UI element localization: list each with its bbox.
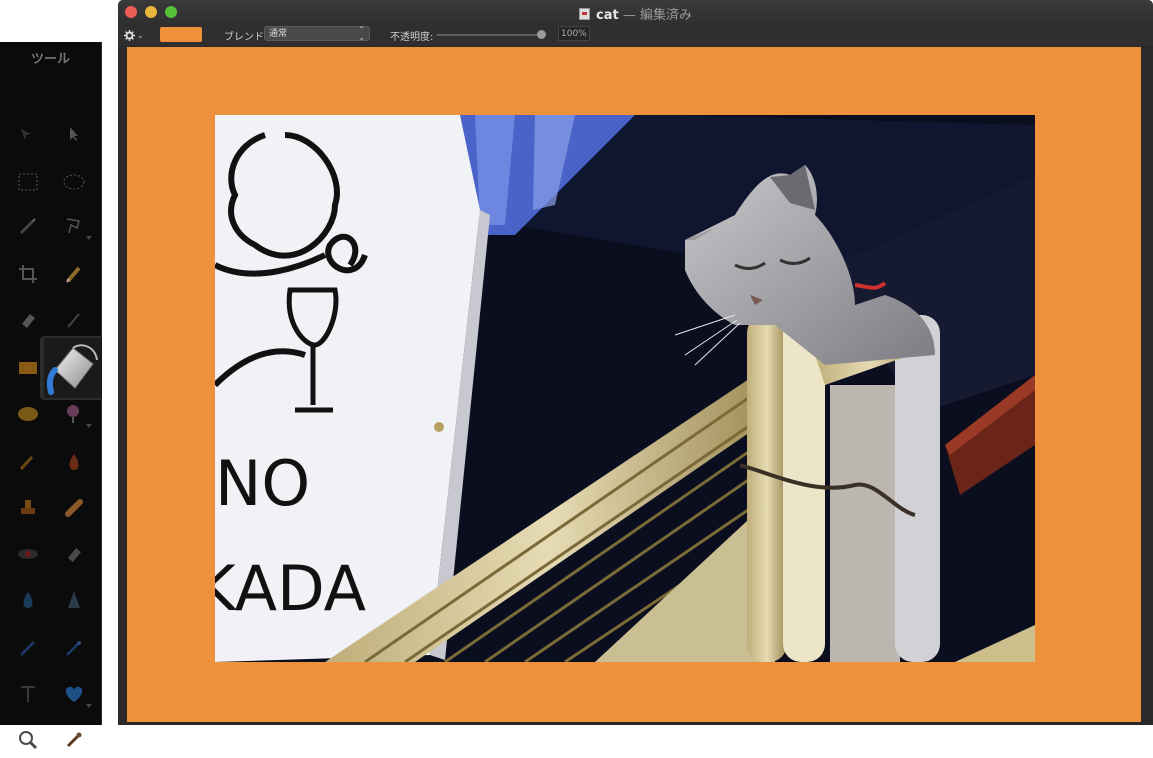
tool-options-bar: ⌄ ブレンド: 通常 ⌃ ⌄ 不透明度: 100%	[118, 24, 1153, 46]
document-name: cat	[596, 8, 619, 23]
fill-color-well[interactable]	[160, 27, 202, 42]
pencil-icon[interactable]	[54, 256, 94, 292]
pen-icon[interactable]	[8, 630, 48, 666]
document-window: cat — 編集済み ⌄ ブレンド: 通常 ⌃ ⌄ 不透明度: 100% NO …	[118, 0, 1153, 725]
gear-icon	[124, 29, 135, 41]
photo-illustration: NO KADA	[215, 115, 1035, 662]
freeform-pen-icon[interactable]	[54, 630, 94, 666]
eraser-icon[interactable]	[8, 302, 48, 338]
title-bar: cat — 編集済み	[118, 0, 1153, 24]
eyedropper-icon[interactable]	[54, 722, 94, 758]
blend-mode-label: ブレンド:	[224, 32, 268, 43]
stamp-icon[interactable]	[8, 490, 48, 526]
tools-palette: ツール	[0, 42, 102, 750]
opacity-slider[interactable]	[436, 30, 546, 39]
up-down-arrows-icon: ⌃ ⌄	[358, 25, 365, 42]
bandage-icon[interactable]	[54, 490, 94, 526]
brush-icon[interactable]	[54, 302, 94, 338]
chevron-down-icon: ⌄	[137, 30, 144, 40]
paint-bucket-icon[interactable]	[44, 338, 102, 398]
color-picker-icon[interactable]	[54, 396, 94, 432]
erase-tool-icon[interactable]	[54, 536, 94, 572]
drop-icon[interactable]	[8, 582, 48, 618]
opacity-value-field[interactable]: 100%	[558, 26, 590, 41]
cat-photo: NO KADA	[215, 115, 1035, 662]
burn-icon[interactable]	[54, 444, 94, 480]
blend-mode-value: 通常	[269, 29, 288, 39]
text-icon[interactable]	[8, 676, 48, 712]
rect-shape-icon[interactable]	[8, 350, 48, 386]
red-eye-icon[interactable]	[8, 536, 48, 572]
document-icon	[579, 8, 591, 20]
tool-settings-button[interactable]: ⌄	[124, 27, 146, 43]
tools-palette-title: ツール	[30, 52, 70, 67]
image-canvas[interactable]: NO KADA	[127, 47, 1141, 722]
lasso-icon[interactable]	[54, 208, 94, 244]
document-edited-status: — 編集済み	[618, 8, 692, 23]
crop-icon[interactable]	[8, 256, 48, 292]
sign-text-line2: KADA	[215, 552, 366, 625]
heart-shape-icon[interactable]	[54, 676, 94, 712]
arrow-select-icon[interactable]	[54, 116, 94, 152]
blend-mode-select[interactable]: 通常 ⌃ ⌄	[264, 25, 370, 42]
ellipse-select-icon[interactable]	[54, 164, 94, 200]
smudge-icon[interactable]	[8, 444, 48, 480]
rect-select-icon[interactable]	[8, 164, 48, 200]
opacity-label: 不透明度:	[390, 32, 434, 43]
move-tool-icon[interactable]	[6, 116, 46, 152]
magic-wand-icon[interactable]	[8, 208, 48, 244]
window-title: cat — 編集済み	[118, 4, 1153, 23]
opacity-slider-knob[interactable]	[537, 30, 546, 39]
ellipse-shape-icon[interactable]	[8, 396, 48, 432]
sign-text-line1: NO	[215, 447, 310, 520]
zoom-icon[interactable]	[8, 722, 48, 758]
sharpen-icon[interactable]	[54, 582, 94, 618]
